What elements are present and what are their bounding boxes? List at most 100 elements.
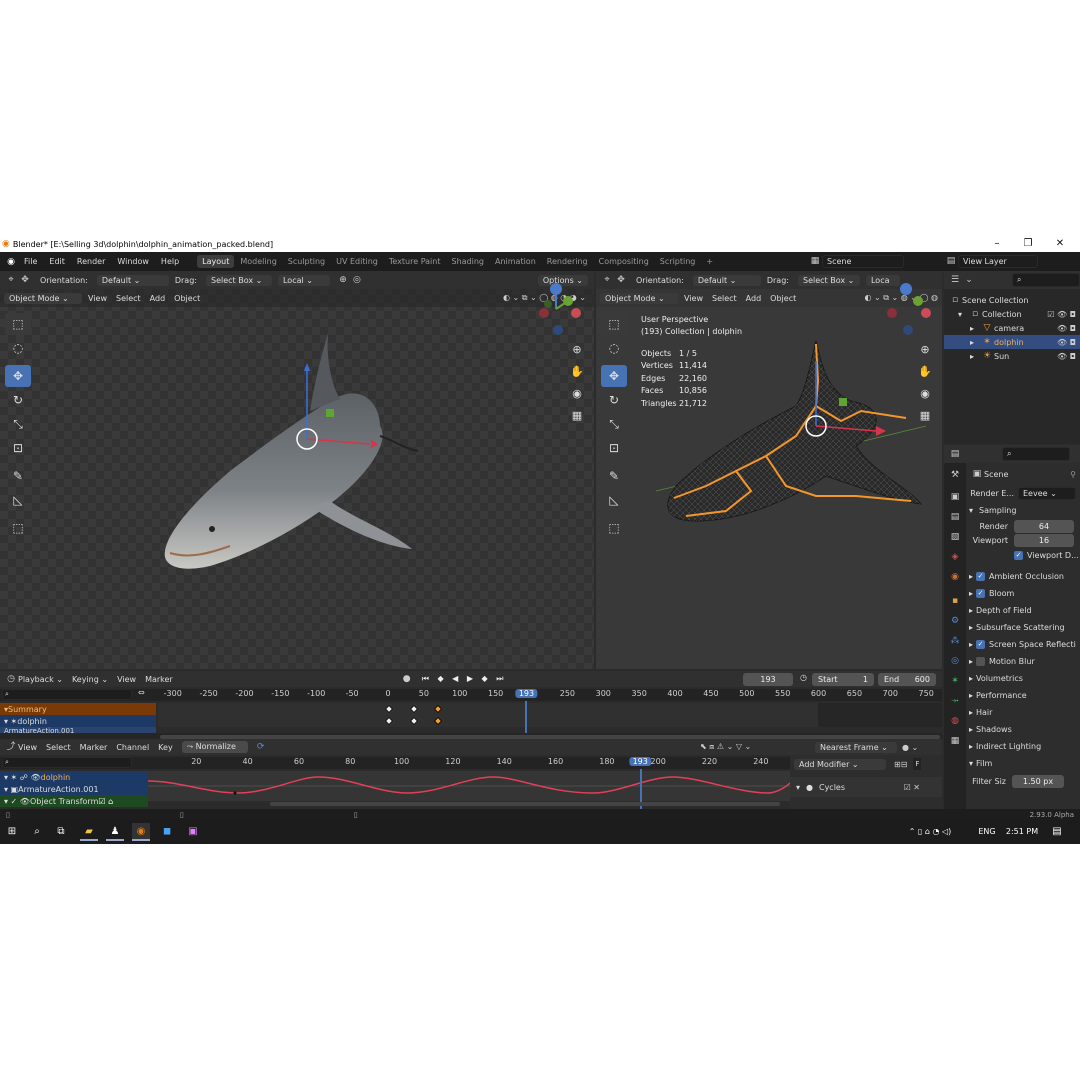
rotate-tool-icon[interactable]: ↻	[5, 389, 31, 411]
menu-edit[interactable]: Edit	[43, 257, 71, 266]
transform-tool-icon[interactable]: ⊡	[601, 437, 627, 459]
display-mode-icon[interactable]: ☰	[948, 273, 962, 287]
tab-layout[interactable]: Layout	[197, 255, 235, 268]
editor-type-icon[interactable]: ⌖	[4, 273, 18, 287]
mode-dropdown[interactable]: Object Mode ⌄	[4, 292, 82, 304]
search-icon[interactable]: ⌕	[28, 823, 46, 841]
navigation-gizmo[interactable]	[878, 279, 934, 337]
proportional-icon[interactable]: ● ⌄	[902, 743, 918, 752]
material-tab-icon[interactable]: ◍	[947, 713, 963, 729]
menu-select[interactable]: Select	[116, 294, 141, 303]
modifier-tab-icon[interactable]: ⚙	[947, 613, 963, 629]
properties-search-input[interactable]: ⌕	[1002, 447, 1070, 461]
cursor-tool-icon[interactable]: ◌	[601, 337, 627, 359]
camera-view-icon[interactable]: ◉	[568, 385, 586, 403]
dolphin-wireframe[interactable]	[656, 336, 926, 526]
menu-view[interactable]: View	[88, 294, 107, 303]
playback-controls[interactable]: ⏮ ◆ ◀ ▶ ◆ ⏭	[422, 674, 507, 684]
orientation-dropdown[interactable]: Default ⌄	[96, 274, 169, 286]
blender-taskbar-icon[interactable]: ◉	[132, 823, 150, 841]
expand-arrow-icon[interactable]: ▾	[958, 310, 968, 319]
visibility-icon[interactable]: ☑ 👁 ◘	[1047, 310, 1076, 319]
scene-selector[interactable]: ▦ Scene	[808, 254, 904, 268]
menu-window[interactable]: Window	[111, 257, 155, 266]
menu-object[interactable]: Object	[770, 294, 796, 303]
summary-row[interactable]: ▾ Summary	[0, 703, 156, 715]
viewport-denoise-row[interactable]: ✓ Viewport D...	[966, 547, 1080, 564]
select-menu[interactable]: Select	[46, 743, 71, 752]
select-tool-icon[interactable]: ⬚	[5, 313, 31, 335]
transform-tool-icon[interactable]: ✥	[614, 273, 628, 287]
move-tool-icon[interactable]: ✥	[601, 365, 627, 387]
panel-bloom[interactable]: ▸ ✓ Bloom	[966, 585, 1080, 602]
add-modifier-dropdown[interactable]: Add Modifier ⌄	[794, 758, 886, 770]
task-view-icon[interactable]: ⧉	[52, 823, 70, 841]
bone-tab-icon[interactable]: ⤞	[947, 693, 963, 709]
playback-menu[interactable]: Playback ⌄	[18, 675, 63, 684]
editor-type-icon[interactable]: ◷	[4, 672, 18, 686]
visibility-icon[interactable]: 👁 ◘	[1057, 338, 1076, 347]
annotate-tool-icon[interactable]: ✎	[5, 465, 31, 487]
panel-motion-blur[interactable]: ▸ Motion Blur	[966, 653, 1080, 670]
filter-icon[interactable]: ⌄	[962, 273, 976, 287]
graph-ruler[interactable]: ⌕ 20 40 60 80 100 120 140 160 180 193 200 220 240	[0, 757, 790, 769]
keyframe[interactable]	[433, 704, 443, 714]
tab-texture-paint[interactable]: Texture Paint	[384, 255, 446, 268]
render-engine-dropdown[interactable]: Eevee ⌄	[1018, 487, 1076, 500]
scale-tool-icon[interactable]: ⤡	[601, 413, 627, 435]
clock[interactable]: 2:51 PM	[1002, 823, 1042, 841]
clock-icon[interactable]: ◷	[800, 673, 807, 682]
panel-subsurface[interactable]: ▸ Subsurface Scattering	[966, 619, 1080, 636]
right-viewport[interactable]: ⌖ ✥ Orientation: Default ⌄ Drag: Select …	[596, 271, 942, 669]
close-button[interactable]: ✕	[1045, 236, 1075, 252]
key-menu[interactable]: Key	[158, 743, 173, 752]
refresh-icon[interactable]: ⟳	[254, 740, 268, 754]
object-data-tab-icon[interactable]: ✶	[947, 673, 963, 689]
texture-tab-icon[interactable]: ▦	[947, 733, 963, 749]
tool-tab-icon[interactable]: ⚒	[947, 467, 963, 483]
checkbox-icon[interactable]: ✓	[976, 589, 985, 598]
scene-field[interactable]: Scene	[822, 254, 904, 268]
outliner-row-collection[interactable]: ▾ ▫ Collection ☑ 👁 ◘	[944, 307, 1080, 321]
visibility-icon[interactable]: 👁 ◘	[1057, 352, 1076, 361]
view-layer-selector[interactable]: ▤ View Layer	[944, 254, 1038, 268]
tab-rendering[interactable]: Rendering	[542, 255, 593, 268]
modifier-tools-icon[interactable]: ⊞⊟	[894, 760, 907, 769]
add-cube-tool-icon[interactable]: ⬚	[601, 517, 627, 539]
checkbox-icon[interactable]: ☑ ⌂	[98, 797, 113, 806]
panel-volumetrics[interactable]: ▸ Volumetrics	[966, 670, 1080, 687]
maximize-button[interactable]: ❐	[1013, 236, 1043, 252]
outliner-search-input[interactable]: ⌕	[1012, 273, 1080, 287]
tab-uv-editing[interactable]: UV Editing	[331, 255, 383, 268]
fcurve-area[interactable]	[148, 771, 790, 801]
current-frame-field[interactable]: 193	[743, 673, 793, 686]
mode-dropdown[interactable]: Object Mode ⌄	[600, 292, 678, 304]
sidebar-tab[interactable]: F	[913, 758, 922, 770]
render-tab-icon[interactable]: ▣	[947, 489, 963, 505]
add-workspace-icon[interactable]: +	[701, 255, 718, 268]
annotate-tool-icon[interactable]: ✎	[601, 465, 627, 487]
checkbox-icon[interactable]: ✓	[976, 640, 985, 649]
zoom-icon[interactable]: ⊕	[916, 341, 934, 359]
panel-ambient-occlusion[interactable]: ▸ ✓ Ambient Occlusion	[966, 568, 1080, 585]
action-row[interactable]: ▾ ▣ ArmatureAction.001	[0, 783, 148, 795]
minimize-button[interactable]: –	[982, 236, 1012, 252]
view-layer-field[interactable]: View Layer	[958, 254, 1038, 268]
zoom-icon[interactable]: ⊕	[568, 341, 586, 359]
menu-object[interactable]: Object	[174, 294, 200, 303]
keyframe[interactable]	[409, 716, 419, 726]
marker-menu[interactable]: Marker	[80, 743, 108, 752]
panel-depth-of-field[interactable]: ▸ Depth of Field	[966, 602, 1080, 619]
record-icon[interactable]: ●	[400, 672, 414, 686]
outliner-row-scene-collection[interactable]: ▫ Scene Collection	[944, 293, 1080, 307]
language-indicator[interactable]: ENG	[974, 823, 1000, 841]
particles-tab-icon[interactable]: ⁂	[947, 633, 963, 649]
channel-menu[interactable]: Channel	[116, 743, 149, 752]
marker-menu[interactable]: Marker	[145, 675, 173, 684]
panel-indirect-lighting[interactable]: ▸ Indirect Lighting	[966, 738, 1080, 755]
expand-arrow-icon[interactable]: ▾	[796, 783, 806, 792]
panel-film[interactable]: ▾ Film	[966, 755, 1080, 772]
menu-render[interactable]: Render	[71, 257, 111, 266]
tab-compositing[interactable]: Compositing	[594, 255, 654, 268]
tab-sculpting[interactable]: Sculpting	[283, 255, 330, 268]
